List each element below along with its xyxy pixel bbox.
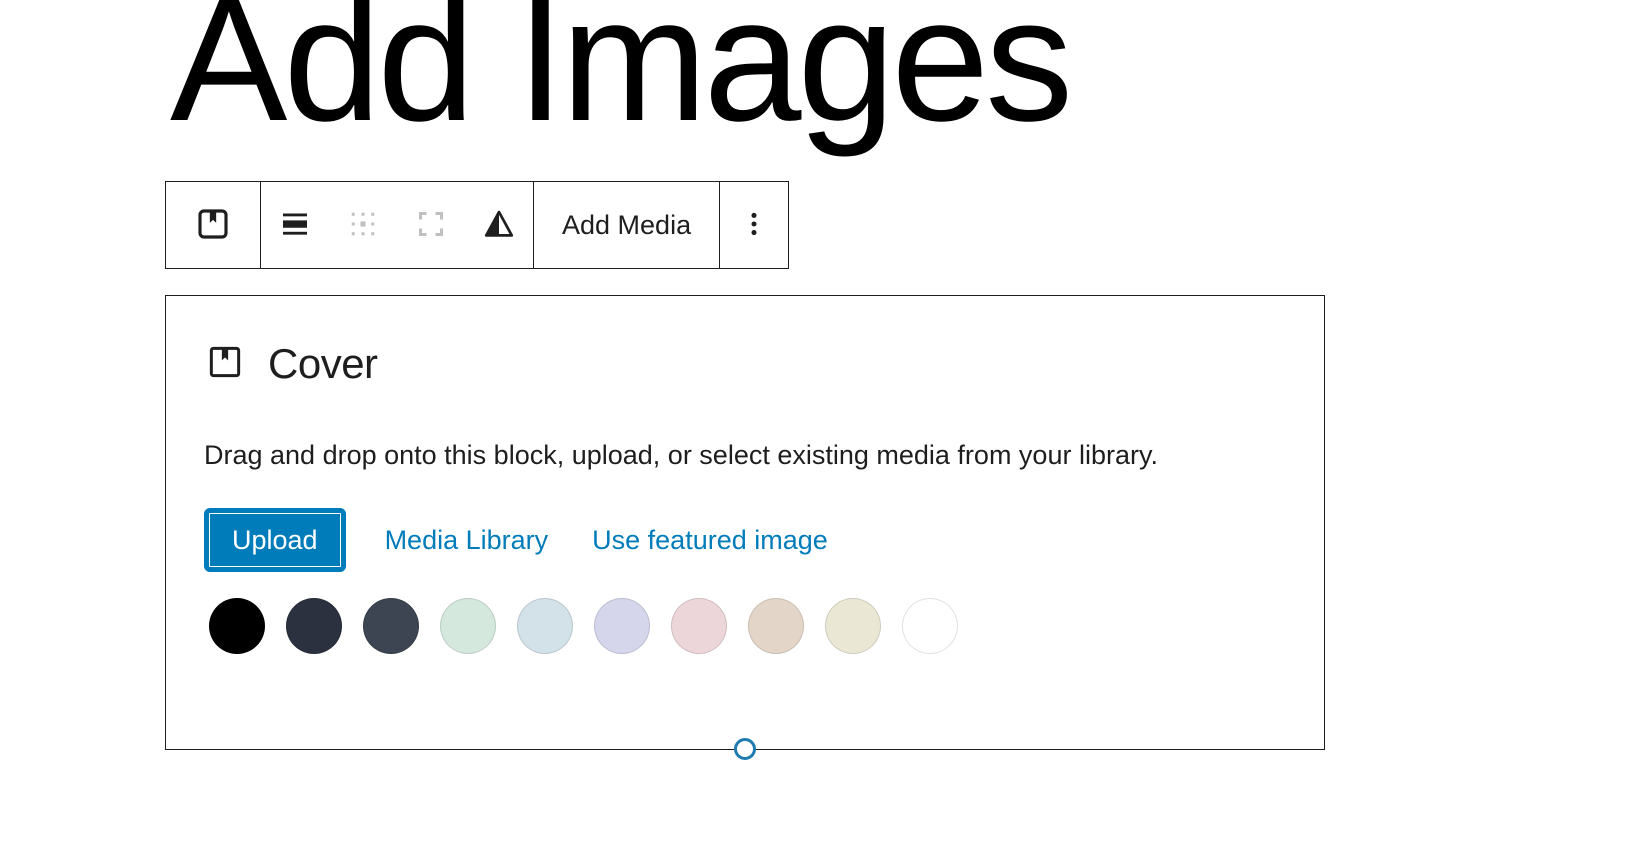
swatch-dark-navy[interactable]: [286, 598, 342, 655]
media-library-button[interactable]: Media Library: [369, 511, 565, 569]
focal-point-button[interactable]: [329, 182, 397, 268]
upload-button[interactable]: Upload: [207, 511, 343, 570]
cover-block-icon: [204, 341, 246, 388]
editor-canvas: Add Images Add Media Cover Drag and drop…: [0, 0, 1648, 844]
toolbar-group-add-media: Add Media: [534, 182, 721, 268]
cover-block-icon: [193, 204, 233, 247]
swatch-black[interactable]: [209, 598, 265, 655]
align-button[interactable]: [261, 182, 329, 268]
color-swatch-row: [204, 598, 1286, 655]
toolbar-group-block-type: [166, 182, 261, 268]
block-toolbar: Add Media: [165, 181, 790, 269]
focal-point-picker-icon: [345, 206, 381, 245]
add-media-button[interactable]: Add Media: [534, 182, 719, 268]
cover-block[interactable]: Cover Drag and drop onto this block, upl…: [165, 295, 1325, 760]
cover-block-title: Cover: [268, 340, 378, 387]
resize-handle[interactable]: [734, 738, 756, 760]
cover-block-actions: Upload Media Library Use featured image: [204, 508, 1286, 572]
crop-frame-icon: [413, 206, 449, 245]
change-block-type-button[interactable]: [166, 182, 260, 268]
page-title: Add Images: [170, 0, 1073, 158]
swatch-dusty-rose[interactable]: [671, 598, 727, 655]
swatch-dark-slate[interactable]: [363, 598, 419, 655]
swatch-cream[interactable]: [825, 598, 881, 655]
toolbar-group-more-options: [720, 182, 788, 268]
cover-block-inner: Cover Drag and drop onto this block, upl…: [166, 296, 1324, 655]
use-featured-image-button[interactable]: Use featured image: [576, 511, 844, 569]
duotone-button[interactable]: [465, 182, 533, 268]
swatch-warm-tan[interactable]: [748, 598, 804, 655]
swatch-pale-mint[interactable]: [440, 598, 496, 655]
cover-block-header: Cover: [204, 340, 1286, 388]
more-options-button[interactable]: [720, 182, 788, 268]
contrast-triangle-icon: [481, 206, 517, 245]
align-full-width-icon: [277, 206, 313, 245]
swatch-pale-lavender[interactable]: [594, 598, 650, 655]
cover-block-instructions: Drag and drop onto this block, upload, o…: [204, 440, 1158, 470]
crop-button[interactable]: [397, 182, 465, 268]
toolbar-group-block-tools: [261, 182, 534, 268]
vertical-ellipsis-icon: [738, 208, 770, 243]
swatch-pale-blue[interactable]: [517, 598, 573, 655]
swatch-white[interactable]: [902, 598, 958, 655]
